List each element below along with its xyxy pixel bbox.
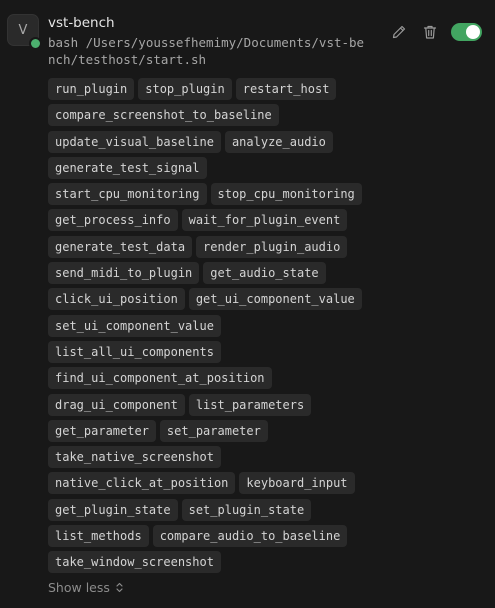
- tool-chip[interactable]: get_ui_component_value: [188, 288, 362, 311]
- tool-chip[interactable]: restart_host: [235, 78, 337, 100]
- tool-chip[interactable]: stop_plugin: [138, 78, 232, 100]
- tool-chip[interactable]: list_parameters: [188, 393, 312, 416]
- tool-chip[interactable]: generate_test_signal: [48, 156, 207, 179]
- tool-chip[interactable]: analyze_audio: [224, 130, 333, 153]
- pencil-icon: [392, 25, 406, 39]
- delete-button[interactable]: [420, 22, 440, 42]
- tool-chip[interactable]: native_click_at_position: [48, 472, 236, 495]
- tools-list: run_plugin stop_plugin restart_hostcompare…: [48, 78, 368, 574]
- tool-chip[interactable]: wait_for_plugin_event: [181, 209, 348, 232]
- tool-chip[interactable]: run_plugin: [48, 78, 135, 100]
- server-name: vst-bench: [48, 15, 115, 31]
- tool-chip[interactable]: drag_ui_component: [48, 393, 185, 416]
- tool-chip[interactable]: set_plugin_state: [181, 498, 312, 521]
- show-less-button[interactable]: Show less: [48, 580, 124, 595]
- tool-chip[interactable]: set_parameter: [159, 419, 268, 442]
- toggle-knob: [466, 25, 480, 39]
- tool-chip[interactable]: take_window_screenshot: [48, 551, 221, 574]
- status-indicator: [29, 37, 42, 50]
- chevron-up-down-icon: [116, 582, 123, 593]
- show-less-label: Show less: [48, 580, 110, 595]
- tool-chip[interactable]: get_plugin_state: [48, 498, 178, 521]
- tool-chip[interactable]: compare_screenshot_to_baseline: [48, 104, 279, 127]
- tool-chip[interactable]: find_ui_component_at_position: [48, 367, 272, 390]
- tool-chip[interactable]: set_ui_component_value: [48, 314, 221, 337]
- tool-chip[interactable]: send_midi_to_plugin: [48, 262, 200, 285]
- tool-chip[interactable]: keyboard_input: [239, 472, 355, 495]
- tool-chip[interactable]: generate_test_data: [48, 235, 193, 258]
- server-command: bash /Users/youssefhemimy/Documents/vst-…: [48, 35, 365, 67]
- tool-chip[interactable]: render_plugin_audio: [196, 235, 348, 258]
- trash-icon: [423, 25, 437, 39]
- tool-chip[interactable]: compare_audio_to_baseline: [152, 525, 348, 548]
- edit-button[interactable]: [389, 22, 409, 42]
- tool-chip[interactable]: take_native_screenshot: [48, 446, 221, 469]
- tool-chip[interactable]: stop_cpu_monitoring: [210, 183, 362, 206]
- tool-chip[interactable]: get_process_info: [48, 209, 178, 232]
- tool-chip[interactable]: get_parameter: [48, 419, 156, 442]
- tool-chip[interactable]: list_methods: [48, 525, 149, 548]
- avatar-letter: V: [18, 22, 28, 38]
- tool-chip[interactable]: click_ui_position: [48, 288, 185, 311]
- tool-chip[interactable]: update_visual_baseline: [48, 130, 221, 153]
- tool-chip[interactable]: list_all_ui_components: [48, 340, 221, 363]
- tool-chip[interactable]: start_cpu_monitoring: [48, 183, 207, 206]
- server-enabled-toggle[interactable]: [451, 23, 482, 41]
- tool-chip[interactable]: get_audio_state: [203, 262, 326, 285]
- mcp-server-card: V vst-bench bash /Users/youssefhemimy/Do…: [0, 0, 495, 608]
